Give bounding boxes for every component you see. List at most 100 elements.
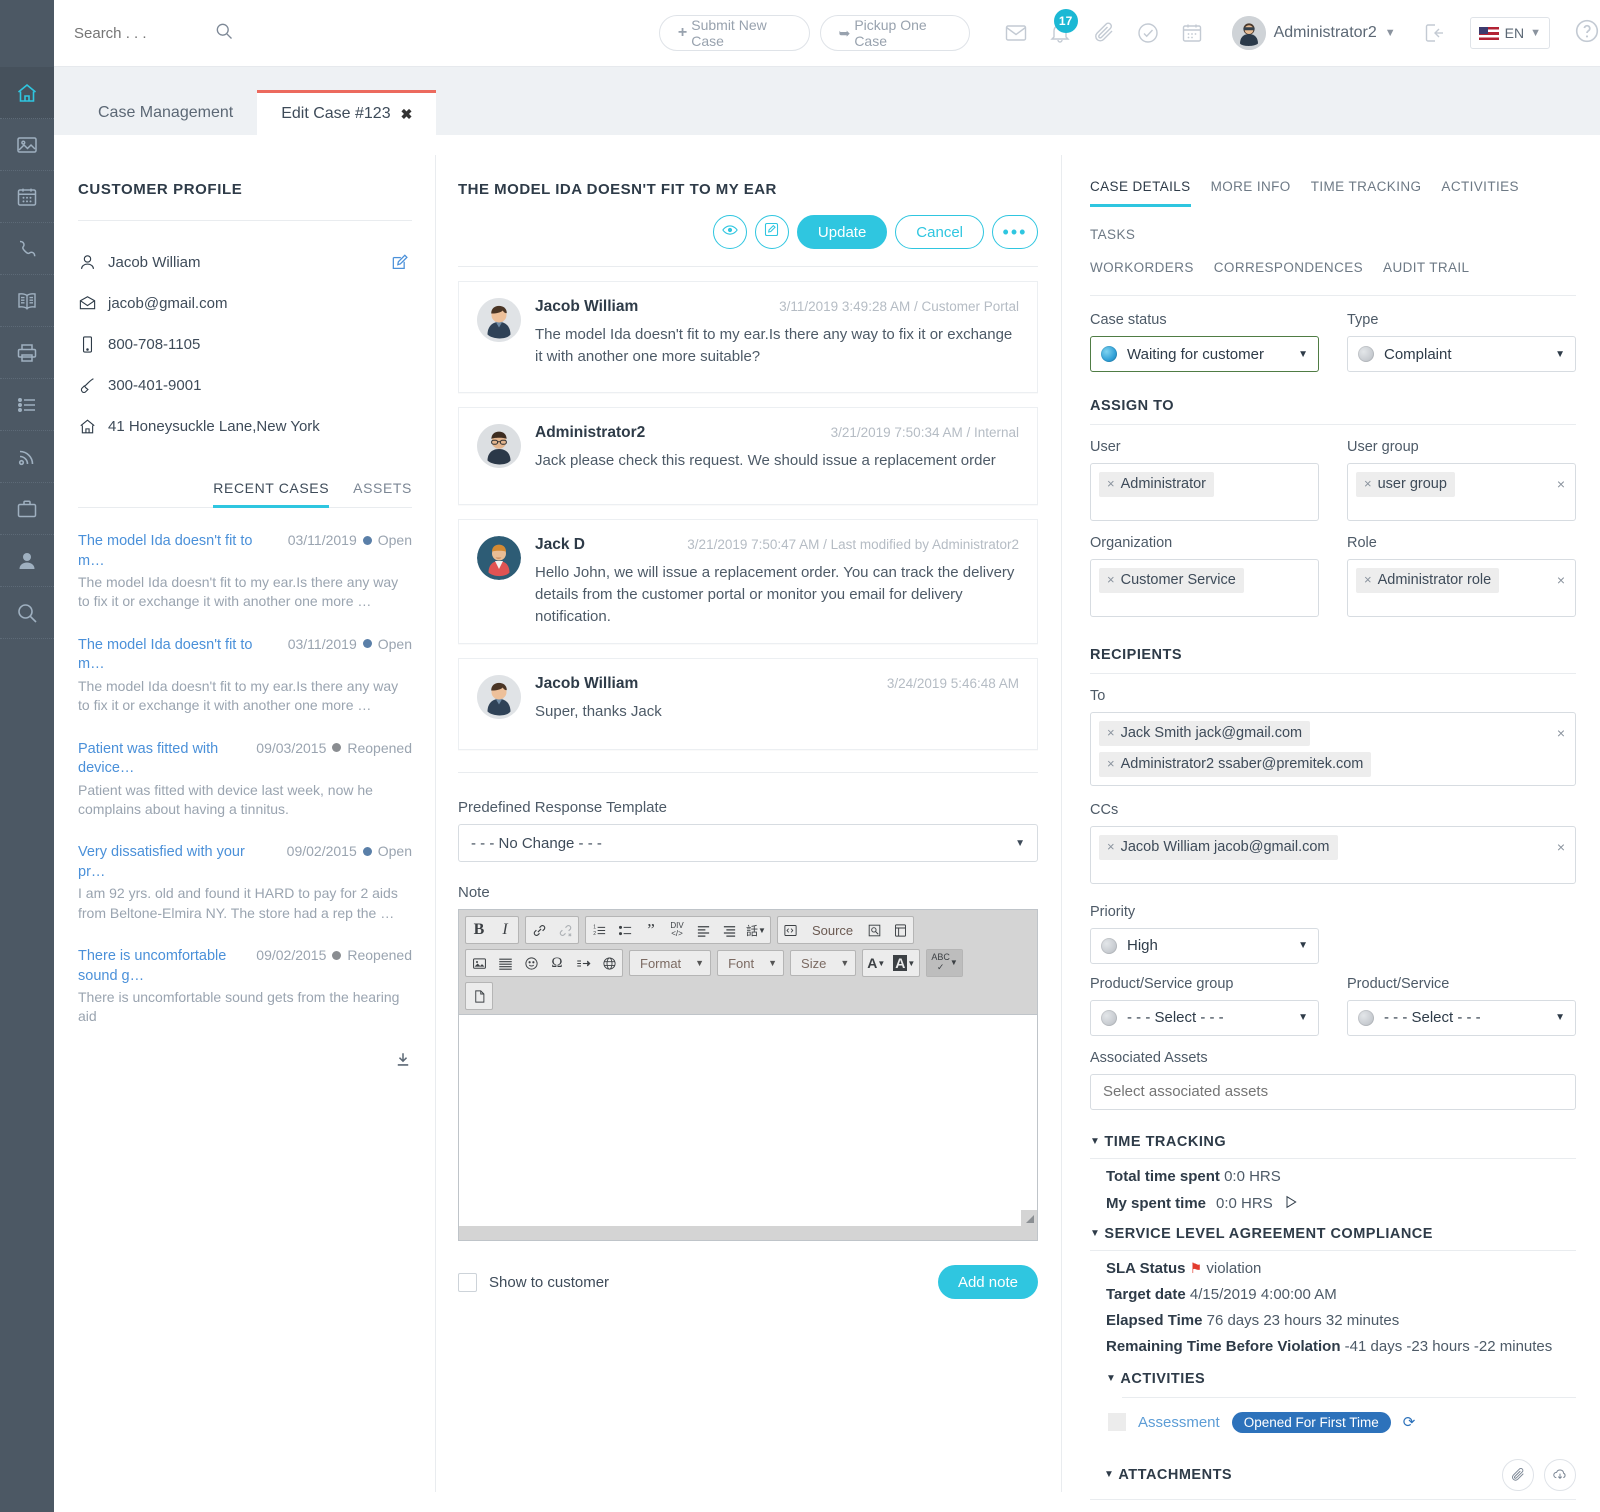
horizontal-rule-icon[interactable]	[492, 950, 518, 976]
format-select[interactable]: Format ▼	[629, 950, 712, 977]
global-search[interactable]	[74, 21, 259, 46]
rail-item-home[interactable]	[0, 67, 54, 119]
token[interactable]: × user group	[1356, 472, 1455, 497]
show-to-customer-checkbox[interactable]	[458, 1272, 477, 1292]
numbered-list-icon[interactable]: 12	[586, 917, 612, 943]
help-icon[interactable]	[1574, 18, 1600, 49]
tab-workorders[interactable]: WORKORDERS	[1090, 260, 1194, 285]
tab-case-details[interactable]: CASE DETAILS	[1090, 179, 1191, 207]
search-icon[interactable]	[214, 21, 234, 46]
rail-item-briefcase[interactable]	[0, 483, 54, 535]
list-item[interactable]: Patient was fitted with device… 09/03/20…	[78, 740, 412, 820]
sla-section-toggle[interactable]: ▼ SERVICE LEVEL AGREEMENT COMPLIANCE	[1090, 1226, 1576, 1242]
remove-token-icon[interactable]: ×	[1107, 839, 1115, 856]
paperclip-icon[interactable]	[1502, 1458, 1534, 1491]
blockquote-icon[interactable]: ”	[638, 917, 664, 943]
smiley-icon[interactable]	[518, 950, 544, 976]
token[interactable]: × Administrator	[1099, 472, 1215, 497]
submit-new-case-button[interactable]: + Submit New Case	[658, 15, 810, 51]
token[interactable]: × Jack Smith jack@gmail.com	[1099, 721, 1311, 746]
more-actions-button[interactable]: •••	[992, 215, 1038, 249]
rail-item-search[interactable]	[0, 587, 54, 639]
product-service-select[interactable]: - - - Select - - - ▼	[1347, 999, 1576, 1036]
tab-correspondences[interactable]: CORRESPONDENCES	[1214, 260, 1363, 285]
list-item[interactable]: There is uncomfortable sound g… 09/02/20…	[78, 947, 412, 1027]
case-title[interactable]: Very dissatisfied with your pr…	[78, 843, 248, 882]
predefined-response-template-select[interactable]: - - - No Change - - - ▼	[458, 824, 1038, 863]
preview-icon[interactable]	[861, 917, 887, 943]
logout-icon[interactable]	[1422, 21, 1446, 45]
user-group-token-input[interactable]: × user group ×	[1347, 463, 1576, 521]
refresh-icon[interactable]: ⟳	[1403, 1413, 1416, 1431]
spellcheck-icon[interactable]: ABC ✓ ▼	[927, 950, 962, 977]
remove-token-icon[interactable]: ×	[1364, 476, 1372, 493]
templates-icon[interactable]	[887, 917, 913, 943]
export-cases-button[interactable]	[78, 1051, 412, 1074]
align-right-icon[interactable]	[716, 917, 742, 943]
clear-all-icon[interactable]: ×	[1557, 572, 1565, 588]
remove-token-icon[interactable]: ×	[1364, 572, 1372, 589]
rail-item-calendar[interactable]	[0, 171, 54, 223]
clear-all-icon[interactable]: ×	[1557, 725, 1565, 741]
resize-handle[interactable]	[1021, 1210, 1037, 1227]
case-title[interactable]: Patient was fitted with device…	[78, 740, 233, 779]
to-token-input[interactable]: × Jack Smith jack@gmail.com × Administrato…	[1090, 712, 1576, 786]
tab-audit-trail[interactable]: AUDIT TRAIL	[1383, 260, 1469, 285]
text-direction-icon[interactable]: 話 ▼	[742, 917, 770, 943]
update-button[interactable]: Update	[796, 215, 888, 249]
add-note-button[interactable]: Add note	[937, 1265, 1038, 1300]
edit-icon[interactable]	[390, 253, 410, 278]
preview-case-button[interactable]	[712, 215, 747, 249]
source-label[interactable]: Source	[804, 917, 861, 943]
edit-case-button[interactable]	[754, 215, 789, 249]
remove-token-icon[interactable]: ×	[1107, 476, 1115, 493]
priority-select[interactable]: High ▼	[1090, 927, 1319, 964]
tab-more-info[interactable]: MORE INFO	[1211, 179, 1291, 207]
play-icon[interactable]	[1283, 1194, 1299, 1214]
type-select[interactable]: Complaint ▼	[1347, 336, 1576, 372]
user-menu[interactable]: Administrator2 ▼	[1231, 16, 1396, 50]
tab-activities[interactable]: ACTIVITIES	[1441, 179, 1519, 207]
token[interactable]: × Jacob William jacob@gmail.com	[1099, 834, 1338, 860]
italic-icon[interactable]: I	[492, 917, 518, 943]
tab-assets[interactable]: ASSETS	[353, 480, 412, 508]
remove-token-icon[interactable]: ×	[1107, 572, 1115, 589]
search-input[interactable]	[74, 24, 204, 42]
clear-all-icon[interactable]: ×	[1557, 476, 1565, 492]
bulleted-list-icon[interactable]	[612, 917, 638, 943]
activities-section-toggle[interactable]: ▼ ACTIVITIES	[1090, 1371, 1576, 1387]
iframe-icon[interactable]	[596, 950, 622, 976]
tab-edit-case[interactable]: Edit Case #123 ✖	[257, 90, 437, 135]
remove-token-icon[interactable]: ×	[1107, 756, 1115, 773]
close-icon[interactable]: ✖	[401, 106, 413, 123]
size-select[interactable]: Size ▼	[790, 950, 857, 977]
image-icon[interactable]	[466, 950, 492, 976]
source-icon[interactable]	[778, 917, 804, 943]
rail-item-list[interactable]	[0, 379, 54, 431]
attachments-section-toggle[interactable]: ▼ ATTACHMENTS	[1090, 1467, 1232, 1483]
bold-icon[interactable]: B	[466, 917, 492, 943]
rail-item-images[interactable]	[0, 119, 54, 171]
case-title[interactable]: The model Ida doesn't fit to m…	[78, 636, 263, 675]
paperclip-icon[interactable]	[1092, 21, 1116, 45]
list-item[interactable]: The model Ida doesn't fit to m… 03/11/20…	[78, 636, 412, 716]
tab-time-tracking[interactable]: TIME TRACKING	[1311, 179, 1422, 207]
role-token-input[interactable]: × Administrator role ×	[1347, 559, 1576, 617]
rail-item-feed[interactable]	[0, 431, 54, 483]
case-title[interactable]: There is uncomfortable sound g…	[78, 947, 236, 986]
token[interactable]: × Administrator role	[1356, 568, 1500, 593]
align-left-icon[interactable]	[690, 917, 716, 943]
omega-icon[interactable]: Ω	[544, 950, 570, 976]
case-title[interactable]: The model Ida doesn't fit to m…	[78, 532, 263, 571]
cloud-download-icon[interactable]	[1544, 1458, 1576, 1491]
time-tracking-section-toggle[interactable]: ▼ TIME TRACKING	[1090, 1134, 1576, 1150]
user-token-input[interactable]: × Administrator	[1090, 463, 1319, 521]
token[interactable]: × Administrator2 ssaber@premitek.com	[1099, 751, 1372, 777]
list-item[interactable]: The model Ida doesn't fit to m… 03/11/20…	[78, 532, 412, 612]
font-select[interactable]: Font ▼	[717, 950, 785, 977]
link-icon[interactable]	[526, 917, 552, 943]
unlink-icon[interactable]	[552, 917, 578, 943]
clear-all-icon[interactable]: ×	[1557, 839, 1565, 855]
text-color-icon[interactable]: A ▼	[863, 950, 889, 976]
activity-name[interactable]: Assessment	[1138, 1414, 1220, 1431]
